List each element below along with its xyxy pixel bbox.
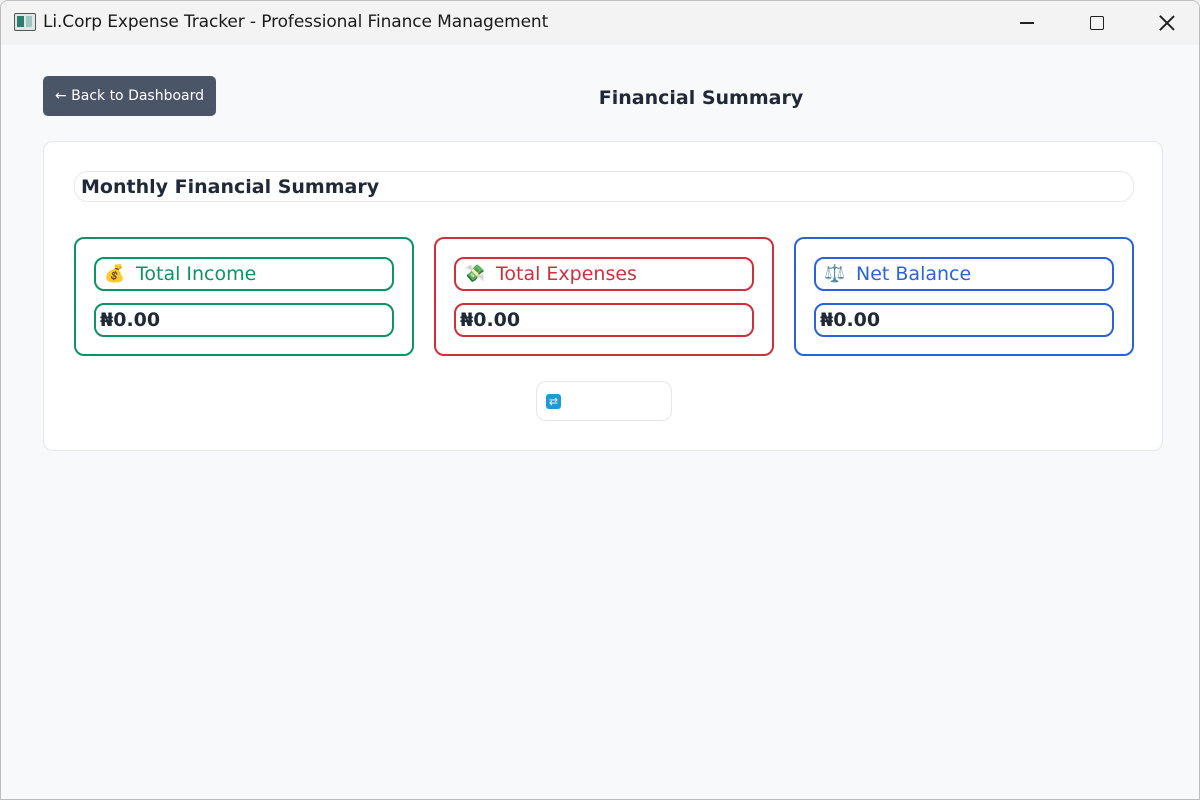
net-balance-label: Net Balance — [856, 263, 972, 285]
page-title: Financial Summary — [598, 87, 804, 109]
section-title: Monthly Financial Summary — [74, 171, 1134, 202]
back-to-dashboard-button[interactable]: ← Back to Dashboard — [43, 76, 216, 116]
total-expenses-card: 💸 Total Expenses ₦0.00 — [434, 237, 774, 356]
summary-panel: Monthly Financial Summary 💰 Total Income… — [43, 141, 1163, 451]
total-income-label: Total Income — [136, 263, 257, 285]
app-icon — [14, 13, 36, 31]
total-income-card: 💰 Total Income ₦0.00 — [74, 237, 414, 356]
maximize-icon — [1090, 16, 1104, 30]
close-icon — [1158, 14, 1176, 32]
app-window: Li.Corp Expense Tracker - Professional F… — [0, 0, 1200, 800]
total-expenses-value: ₦0.00 — [454, 303, 754, 337]
net-balance-card: ⚖️ Net Balance ₦0.00 — [794, 237, 1134, 356]
money-bag-icon: 💰 — [104, 264, 126, 284]
balance-scale-icon: ⚖️ — [824, 264, 846, 284]
maximize-button[interactable] — [1062, 1, 1132, 45]
net-balance-value: ₦0.00 — [814, 303, 1114, 337]
net-balance-label-box: ⚖️ Net Balance — [814, 257, 1114, 291]
total-income-label-box: 💰 Total Income — [94, 257, 394, 291]
window-title: Li.Corp Expense Tracker - Professional F… — [43, 12, 549, 32]
minimize-icon — [1020, 22, 1034, 24]
close-button[interactable] — [1132, 1, 1199, 45]
minimize-button[interactable] — [992, 1, 1062, 45]
money-with-wings-icon: 💸 — [464, 264, 486, 284]
total-expenses-label-box: 💸 Total Expenses — [454, 257, 754, 291]
title-bar: Li.Corp Expense Tracker - Professional F… — [1, 1, 1199, 45]
refresh-icon: ⇄ — [546, 393, 561, 409]
total-expenses-label: Total Expenses — [496, 263, 637, 285]
refresh-button[interactable]: ⇄ — [536, 381, 672, 421]
total-income-value: ₦0.00 — [94, 303, 394, 337]
